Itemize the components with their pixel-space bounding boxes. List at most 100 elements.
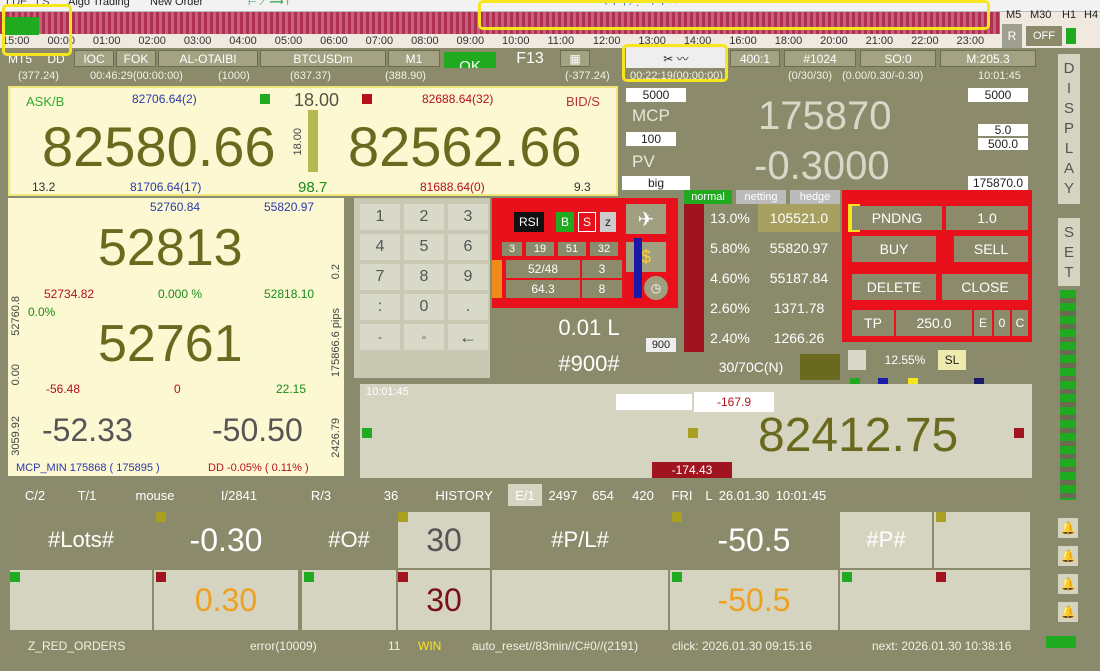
ioc-button[interactable]: IOC [74, 50, 114, 67]
keypad-key-3[interactable]: 3 [448, 204, 488, 230]
pending-button[interactable]: PNDNG [852, 206, 942, 230]
clock-icon[interactable]: ◷ [644, 276, 668, 300]
grid-yellow-3 [672, 512, 682, 522]
time-label: 11:00 [547, 35, 575, 47]
display-letter: I [1066, 79, 1072, 97]
tab-9[interactable]: 654 [584, 484, 622, 506]
tab-0[interactable]: C/2 [10, 484, 60, 506]
tp-zero-button[interactable]: 0 [994, 310, 1010, 336]
bell-icon[interactable]: 🔔 [1058, 546, 1078, 566]
tf-h4[interactable]: H4 [1084, 9, 1098, 21]
status-error: error(10009) [250, 639, 317, 653]
keypad-key-4[interactable]: 4 [360, 234, 400, 260]
mcp-right-3[interactable]: 500.0 [978, 138, 1028, 150]
set-letter: S [1063, 223, 1074, 241]
buy-button[interactable]: BUY [852, 236, 936, 262]
keypad-key-:[interactable]: : [360, 294, 400, 320]
backspace-icon[interactable]: ← [448, 324, 488, 350]
keypad-key-8[interactable]: 8 [404, 264, 444, 290]
mode-normal[interactable]: normal [684, 190, 732, 204]
tab-10[interactable]: 420 [624, 484, 662, 506]
code-display[interactable]: #900# [504, 348, 674, 380]
keypad-key-5[interactable]: 5 [404, 234, 444, 260]
big-toggle[interactable]: big [622, 176, 690, 190]
rsi-z-button[interactable]: z [600, 212, 616, 232]
price-input[interactable] [616, 394, 692, 410]
rsi-s-button[interactable]: S [578, 212, 596, 232]
tab-8[interactable]: 2497 [544, 484, 582, 506]
rsi-b-button[interactable]: B [556, 212, 574, 232]
level-value: 55187.84 [758, 264, 840, 292]
tab-13[interactable]: 26.01.30 [718, 484, 770, 506]
sl-button[interactable]: SL [938, 350, 966, 370]
vertical-right-2: 175866.6 pips [330, 308, 342, 378]
symbol-select[interactable]: BTCUSDm [260, 50, 386, 67]
keypad-key-7[interactable]: 7 [360, 264, 400, 290]
new-order-button[interactable]: New Order [150, 0, 203, 8]
keypad-key-2[interactable]: 2 [404, 204, 444, 230]
grid-icon[interactable]: ▦ [560, 50, 590, 67]
tp-value[interactable]: 250.0 [896, 310, 972, 336]
bid-price[interactable]: 82562.66 [348, 114, 582, 179]
keypad-key-.[interactable]: . [448, 294, 488, 320]
rsi-button[interactable]: RSI [514, 212, 544, 232]
tab-5[interactable]: 36 [362, 484, 420, 506]
tf-h1[interactable]: H1 [1062, 9, 1076, 21]
bell-icon[interactable]: 🔔 [1058, 518, 1078, 538]
tab-1[interactable]: T/1 [62, 484, 112, 506]
grid-yellow-2 [398, 512, 408, 522]
tab-11[interactable]: FRI [664, 484, 700, 506]
keypad-key-1[interactable]: 1 [360, 204, 400, 230]
price-bar: 10:01:45 -167.9 82412.75 -174.43 [360, 384, 1032, 478]
keypad-number[interactable]: 900 [646, 338, 676, 352]
tp-button[interactable]: TP [852, 310, 894, 336]
plane-icon[interactable]: ✈ [626, 204, 666, 234]
tab-14[interactable]: 10:01:45 [772, 484, 830, 506]
algo-trading-button[interactable]: Algo Trading [68, 0, 130, 8]
keypad-minus[interactable]: - [360, 324, 400, 350]
set-button[interactable]: SET [1058, 218, 1080, 286]
close-button[interactable]: CLOSE [942, 274, 1028, 300]
bell-icon[interactable]: 🔔 [1058, 574, 1078, 594]
ask-price[interactable]: 82580.66 [42, 114, 276, 179]
timeframe-select[interactable]: M1 [388, 50, 440, 67]
keypad-key-6[interactable]: 6 [448, 234, 488, 260]
tab-12[interactable]: L [702, 484, 716, 506]
stats-r1-mid: 0.000 % [158, 287, 203, 301]
tab-6[interactable]: HISTORY [422, 484, 506, 506]
tab-7[interactable]: E/1 [508, 484, 542, 506]
p2-cell [840, 570, 1030, 630]
tab-2[interactable]: mouse [114, 484, 196, 506]
tab-3[interactable]: I/2841 [198, 484, 280, 506]
f13-button[interactable]: F13 [510, 50, 550, 67]
side-led-column [1060, 290, 1076, 500]
delete-button[interactable]: DELETE [852, 274, 936, 300]
tf-m5[interactable]: M5 [1006, 9, 1021, 21]
account-name[interactable]: AL-OTAIBI [158, 50, 258, 67]
mode-netting[interactable]: netting [736, 190, 786, 204]
keypad-mid[interactable]: ▫ [404, 324, 444, 350]
fok-button[interactable]: FOK [116, 50, 156, 67]
tf-m30[interactable]: M30 [1030, 9, 1051, 21]
tab-4[interactable]: R/3 [282, 484, 360, 506]
mcp-input-2[interactable]: 100 [626, 132, 676, 146]
tp-c-button[interactable]: C [1012, 310, 1028, 336]
keypad-key-9[interactable]: 9 [448, 264, 488, 290]
r-button[interactable]: R [1002, 24, 1022, 48]
display-button[interactable]: DISPLAY [1058, 54, 1080, 204]
mcp-input-1[interactable]: 5000 [626, 88, 686, 102]
qty-input[interactable]: 1.0 [946, 206, 1028, 230]
money-icon[interactable]: $ [626, 242, 666, 272]
rsi-v4: 8 [582, 280, 622, 298]
chart-tools-icon[interactable]: ⊢ ⟋ ⟿ ⟊ [248, 0, 289, 8]
time-label: 08:00 [411, 35, 439, 47]
sell-button[interactable]: SELL [954, 236, 1028, 262]
off-toggle[interactable]: OFF [1026, 26, 1062, 46]
mode-hedge[interactable]: hedge [790, 190, 840, 204]
mcp-right-4[interactable]: 175870.0 [968, 176, 1028, 190]
tp-e-button[interactable]: E [974, 310, 992, 336]
bell-icon[interactable]: 🔔 [1058, 602, 1078, 622]
keypad-key-0[interactable]: 0 [404, 294, 444, 320]
mcp-right-1[interactable]: 5000 [968, 88, 1028, 102]
mcp-right-2[interactable]: 5.0 [978, 124, 1028, 136]
